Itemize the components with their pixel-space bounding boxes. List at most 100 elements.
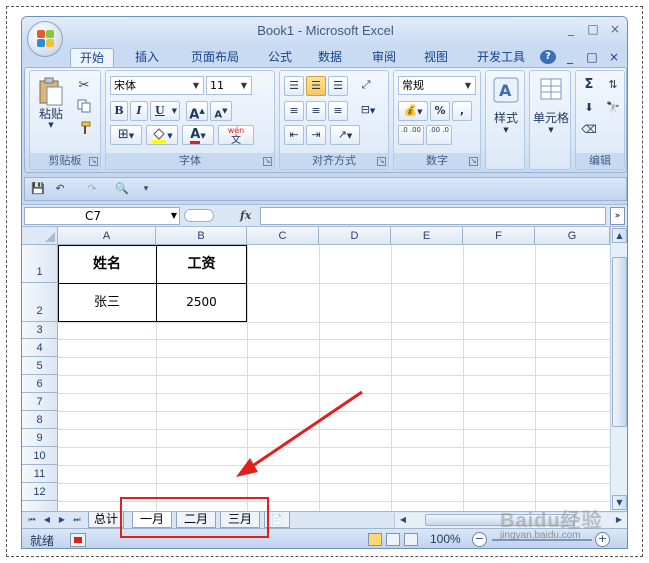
row-header-1[interactable]: 1	[22, 245, 58, 283]
first-sheet-button[interactable]: ⏮	[25, 513, 39, 527]
ribbon-restore-button[interactable]: □	[584, 48, 600, 67]
tab-formulas[interactable]: 公式	[260, 48, 300, 67]
fill-button[interactable]: ⬇	[578, 99, 600, 117]
customize-qat-button[interactable]: ▾	[137, 181, 155, 197]
orientation-button[interactable]: ⤢	[354, 76, 378, 96]
maximize-button[interactable]: □	[584, 21, 602, 37]
column-header-f[interactable]: F	[463, 227, 535, 245]
font-launcher-icon[interactable]: ↘	[263, 157, 272, 166]
worksheet-grid[interactable]: A B C D E F G 1 2 3 4 5 6 7 8 9 10 11 12	[22, 227, 610, 511]
merge-center-button[interactable]: ⊟▼	[354, 101, 382, 121]
autosum-button[interactable]: Σ	[578, 76, 600, 94]
save-button[interactable]: 💾	[29, 181, 47, 197]
page-break-view-button[interactable]	[404, 533, 418, 546]
row-header-11[interactable]: 11	[22, 465, 58, 483]
format-painter-button[interactable]	[74, 121, 94, 139]
bold-button[interactable]: B	[110, 101, 128, 121]
row-header-9[interactable]: 9	[22, 429, 58, 447]
row-header-3[interactable]: 3	[22, 322, 58, 339]
prev-sheet-button[interactable]: ◀	[40, 513, 54, 527]
insert-function-button[interactable]: fx	[240, 207, 251, 225]
borders-button[interactable]: ⊞▼	[110, 125, 142, 145]
cell-b1[interactable]: 工资	[156, 245, 247, 283]
zoom-in-button[interactable]: +	[595, 532, 610, 547]
row-header-7[interactable]: 7	[22, 393, 58, 411]
fill-color-button[interactable]: ▼	[146, 125, 178, 145]
alignment-launcher-icon[interactable]: ↘	[377, 157, 386, 166]
comma-button[interactable]: ,	[452, 101, 472, 121]
formula-input[interactable]	[260, 207, 606, 225]
name-box[interactable]: C7 ▼	[24, 207, 180, 225]
increase-indent-button[interactable]: ⇥	[306, 125, 326, 145]
decrease-decimal-button[interactable]: .00 .0	[426, 125, 452, 145]
column-header-c[interactable]: C	[247, 227, 319, 245]
underline-button[interactable]: U ▼	[150, 101, 180, 121]
scroll-up-button[interactable]: ▲	[612, 228, 627, 243]
column-header-b[interactable]: B	[156, 227, 247, 245]
number-format-combo[interactable]: 常规 ▼	[398, 76, 476, 95]
ribbon-close-button[interactable]: ×	[606, 48, 622, 67]
grow-font-button[interactable]: A▲	[186, 101, 208, 122]
shrink-font-button[interactable]: A▼	[210, 101, 232, 121]
find-select-button[interactable]: 🔭	[602, 99, 624, 117]
formula-splitter[interactable]	[184, 209, 214, 222]
undo-button[interactable]: ↶	[51, 181, 69, 197]
scroll-down-button[interactable]: ▼	[612, 495, 627, 510]
italic-button[interactable]: I	[130, 101, 148, 121]
row-header-13[interactable]	[22, 501, 58, 511]
font-size-combo[interactable]: 11 ▼	[206, 76, 252, 95]
sort-filter-button[interactable]: ⇅	[602, 76, 624, 94]
redo-button[interactable]: ↷	[83, 181, 101, 197]
tab-review[interactable]: 审阅	[364, 48, 404, 67]
row-header-12[interactable]: 12	[22, 483, 58, 501]
phonetic-button[interactable]: wén 文	[218, 125, 254, 146]
select-all-button[interactable]	[22, 227, 58, 245]
wrap-text-button[interactable]: ↗▼	[330, 125, 360, 145]
styles-button[interactable]: A 样式 ▼	[488, 75, 524, 151]
vertical-scroll-thumb[interactable]	[612, 257, 627, 427]
align-right-button[interactable]: ≡	[328, 101, 348, 121]
normal-view-button[interactable]	[368, 533, 382, 546]
expand-formula-bar-button[interactable]: »	[610, 207, 625, 225]
zoom-level[interactable]: 100%	[430, 532, 461, 546]
font-color-button[interactable]: A▼	[182, 125, 214, 145]
row-header-4[interactable]: 4	[22, 339, 58, 357]
align-middle-button[interactable]: ☰	[306, 76, 326, 96]
increase-decimal-button[interactable]: .0 .00	[398, 125, 424, 145]
number-launcher-icon[interactable]: ↘	[469, 157, 478, 166]
column-header-e[interactable]: E	[391, 227, 463, 245]
scroll-right-button[interactable]: ▶	[613, 514, 625, 526]
help-icon[interactable]: ?	[540, 50, 556, 64]
row-header-10[interactable]: 10	[22, 447, 58, 465]
cell-b2[interactable]: 2500	[156, 283, 247, 322]
decrease-indent-button[interactable]: ⇤	[284, 125, 304, 145]
align-left-button[interactable]: ≡	[284, 101, 304, 121]
tab-home[interactable]: 开始	[70, 48, 114, 67]
office-button[interactable]	[27, 21, 63, 57]
tab-data[interactable]: 数据	[310, 48, 350, 67]
column-header-g[interactable]: G	[535, 227, 610, 245]
cell-a2[interactable]: 张三	[58, 283, 156, 322]
row-header-2[interactable]: 2	[22, 283, 58, 322]
tab-insert[interactable]: 插入	[125, 48, 169, 67]
sheet-tab-total[interactable]: 总计	[88, 512, 124, 528]
scroll-left-button[interactable]: ◀	[397, 514, 409, 526]
cell-a1[interactable]: 姓名	[58, 245, 156, 283]
font-name-combo[interactable]: 宋体 ▼	[110, 76, 204, 95]
percent-button[interactable]: %	[430, 101, 450, 121]
align-center-button[interactable]: ≡	[306, 101, 326, 121]
align-bottom-button[interactable]: ☰	[328, 76, 348, 96]
align-top-button[interactable]: ☰	[284, 76, 304, 96]
paste-button[interactable]: 粘贴 ▼	[34, 75, 68, 137]
cut-button[interactable]: ✂	[74, 77, 94, 95]
column-header-d[interactable]: D	[319, 227, 391, 245]
vertical-scrollbar[interactable]: ▲ ▼	[610, 227, 627, 511]
tab-developer[interactable]: 开发工具	[468, 48, 534, 67]
currency-button[interactable]: 💰▼	[398, 101, 428, 121]
page-layout-view-button[interactable]	[386, 533, 400, 546]
ribbon-minimize-button[interactable]: _	[562, 48, 578, 67]
zoom-out-button[interactable]: −	[472, 532, 487, 547]
tab-page-layout[interactable]: 页面布局	[182, 48, 248, 67]
close-button[interactable]: ×	[606, 21, 624, 37]
copy-button[interactable]	[74, 99, 94, 117]
